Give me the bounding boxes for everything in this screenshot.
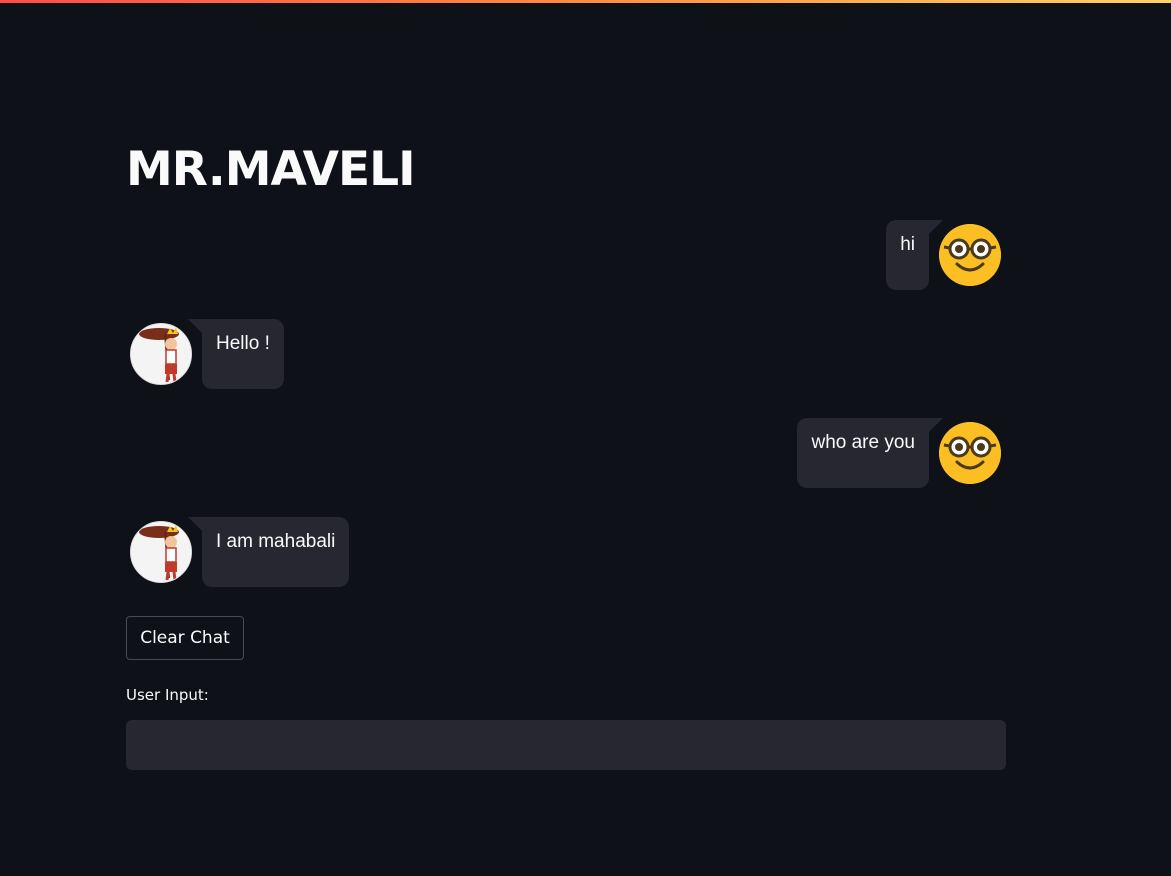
message-text: Hello ! [216,333,270,354]
chat-message-user: hi [886,220,1001,290]
chat-message-bot: I am mahabali [130,517,350,587]
message-text: hi [900,234,915,255]
chat-message-bot: Hello ! [130,319,284,389]
user-message-bubble: hi [886,220,943,290]
mahabali-cartoon-icon [130,521,192,583]
nerd-face-emoji-icon [939,224,1001,286]
user-input-label: User Input: [126,686,209,704]
page-title: MR.MAVELI [126,142,416,197]
bot-message-bubble: I am mahabali [187,517,350,587]
mahabali-cartoon-icon [130,323,192,385]
message-text: I am mahabali [216,531,336,552]
message-text: who are you [811,432,915,453]
user-message-bubble: who are you [797,418,943,488]
nerd-face-emoji-icon [939,422,1001,484]
user-input-field[interactable] [126,720,1006,770]
clear-chat-button[interactable]: Clear Chat [126,616,244,660]
bot-message-bubble: Hello ! [188,319,284,389]
top-accent-bar [0,0,1171,3]
chat-message-user: who are you [797,418,1001,488]
